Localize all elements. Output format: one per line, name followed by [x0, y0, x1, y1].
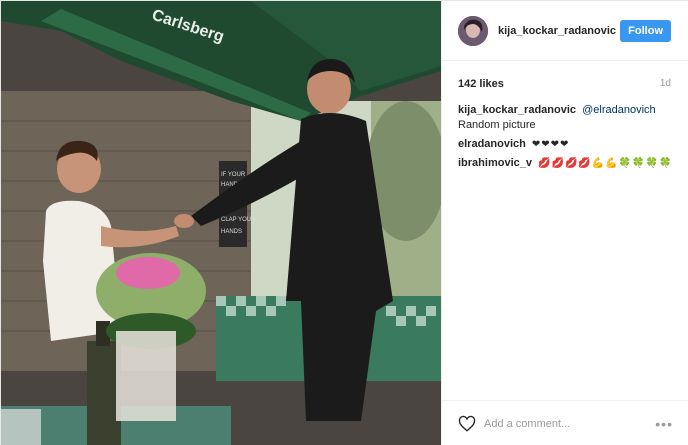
- comment-item: elradanovich ❤❤❤❤: [458, 137, 673, 152]
- wedding-photo-illustration: Carlsberg IF YOUR HANDS CLAP YOUR HANDS: [1, 1, 441, 445]
- follow-button[interactable]: Follow: [620, 19, 671, 42]
- avatar-image: [458, 15, 488, 46]
- comment-mention[interactable]: @elradanovich: [582, 104, 656, 116]
- comment-bar: •••: [442, 400, 688, 445]
- comment-text: Random picture: [458, 119, 536, 131]
- add-comment-input[interactable]: [484, 417, 656, 430]
- comment-item: kija_kockar_radanovic @elradanovich Rand…: [458, 103, 673, 133]
- comment-text: ❤❤❤❤: [531, 139, 570, 150]
- comments-list: kija_kockar_radanovic @elradanovich Rand…: [442, 91, 688, 171]
- instagram-post: Carlsberg IF YOUR HANDS CLAP YOUR HANDS: [0, 0, 688, 445]
- comment-text: 💋💋💋💋💪💪🍀🍀🍀🍀: [538, 158, 673, 169]
- avatar[interactable]: [458, 15, 488, 46]
- post-photo[interactable]: Carlsberg IF YOUR HANDS CLAP YOUR HANDS: [1, 1, 441, 445]
- comment-username[interactable]: elradanovich: [458, 138, 526, 150]
- post-time[interactable]: 1d: [660, 78, 671, 89]
- comment-item: ibrahimovic_v 💋💋💋💋💪💪🍀🍀🍀🍀: [458, 156, 673, 171]
- wall-sign-line-1: IF YOUR: [221, 172, 246, 178]
- likes-count[interactable]: 142 likes: [458, 78, 504, 90]
- post-header: kija_kockar_radanovic Follow: [442, 1, 688, 61]
- post-sidebar: kija_kockar_radanovic Follow 142 likes 1…: [441, 1, 688, 445]
- more-options-icon[interactable]: •••: [655, 416, 673, 432]
- comment-username[interactable]: ibrahimovic_v: [458, 157, 532, 169]
- heart-icon[interactable]: [458, 415, 476, 433]
- wall-sign-line-4: HANDS: [221, 229, 242, 235]
- comment-username[interactable]: kija_kockar_radanovic: [458, 104, 576, 116]
- wall-sign-line-3: CLAP YOUR: [221, 217, 256, 223]
- post-meta: 142 likes 1d: [442, 61, 688, 91]
- author-username[interactable]: kija_kockar_radanovic: [498, 25, 620, 37]
